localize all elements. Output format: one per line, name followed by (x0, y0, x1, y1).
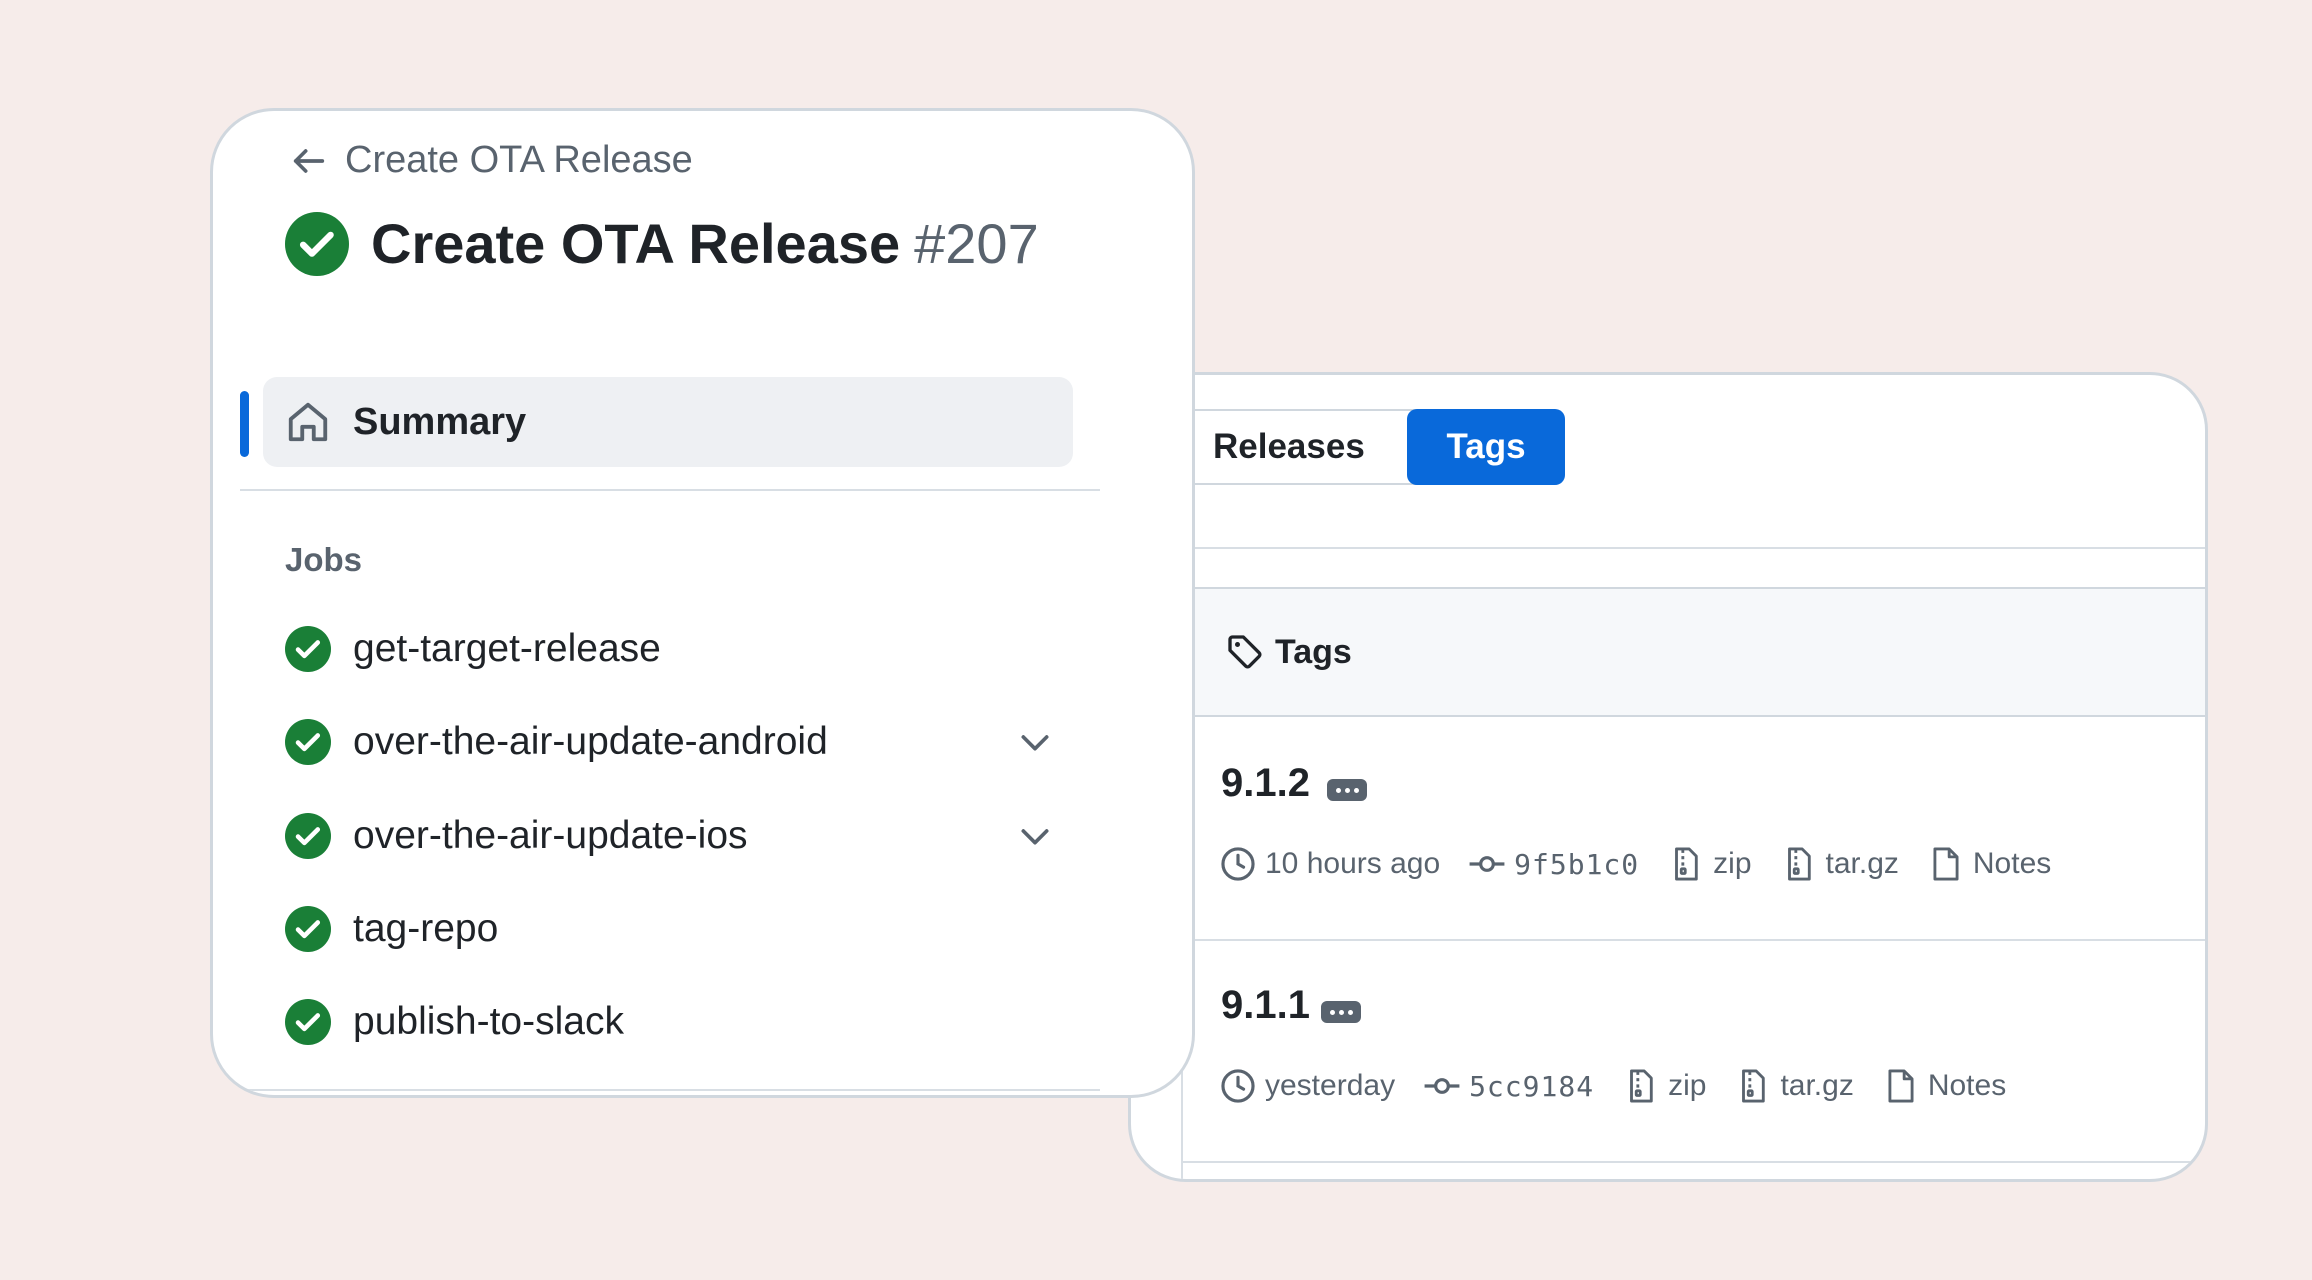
job-name[interactable]: over-the-air-update-android (353, 720, 828, 764)
tag-time: yesterday (1219, 1067, 1395, 1105)
summary-label[interactable]: Summary (353, 401, 526, 444)
check-circle-icon (285, 211, 349, 276)
kebab-horizontal-icon[interactable] (1327, 779, 1367, 801)
job-item[interactable]: over-the-air-update-android (285, 719, 1055, 765)
git-commit-icon (1424, 1078, 1460, 1094)
file-icon (1888, 1069, 1914, 1103)
commit-sha[interactable]: 5cc9184 (1469, 1070, 1594, 1103)
job-item[interactable]: get-target-release (285, 626, 1055, 672)
job-item[interactable]: over-the-air-update-ios (285, 813, 1055, 859)
zip-label[interactable]: zip (1713, 847, 1751, 881)
job-name[interactable]: over-the-air-update-ios (353, 814, 748, 858)
workflow-title: Create OTA Release (371, 212, 901, 275)
run-number: #207 (914, 212, 1039, 275)
clock-icon (1221, 1069, 1255, 1103)
file-icon (1933, 847, 1959, 881)
tags-section-title: Tags (1275, 632, 1352, 671)
job-name[interactable]: get-target-release (353, 627, 661, 671)
home-icon (288, 402, 328, 442)
releases-tags-toggle: Releases Tags (1191, 409, 1565, 485)
tag-icon (1228, 635, 1262, 669)
tag-meta: yesterday 5cc9184 zip tar.gz Notes (1219, 1061, 2034, 1111)
targz-label[interactable]: tar.gz (1826, 847, 1899, 881)
tag-commit[interactable]: 5cc9184 (1423, 1067, 1594, 1105)
chevron-down-icon[interactable] (1015, 816, 1055, 856)
check-circle-icon (285, 719, 331, 765)
notes-label[interactable]: Notes (1973, 847, 2051, 881)
divider (240, 489, 1100, 491)
tab-tags[interactable]: Tags (1407, 409, 1565, 485)
commit-sha[interactable]: 9f5b1c0 (1514, 848, 1639, 881)
tag-name-link[interactable]: 9.1.2 (1221, 761, 1310, 806)
zip-label[interactable]: zip (1668, 1069, 1706, 1103)
download-targz-link[interactable]: tar.gz (1780, 845, 1899, 883)
job-name[interactable]: publish-to-slack (353, 1000, 624, 1044)
file-zip-icon (1675, 847, 1698, 881)
tags-panel: Releases Tags Tags 9.1.2 10 hours ago 9f… (1128, 372, 2208, 1182)
tag-time-text: yesterday (1265, 1069, 1396, 1102)
notes-link[interactable]: Notes (1927, 845, 2051, 883)
tag-commit[interactable]: 9f5b1c0 (1468, 845, 1639, 883)
jobs-heading: Jobs (285, 541, 363, 578)
tag-time: 10 hours ago (1219, 845, 1440, 883)
check-circle-icon (285, 999, 331, 1045)
file-zip-icon (1630, 1069, 1653, 1103)
arrow-left-icon (293, 148, 325, 173)
notes-link[interactable]: Notes (1882, 1067, 2006, 1105)
back-link[interactable]: Create OTA Release (289, 139, 693, 182)
job-name[interactable]: tag-repo (353, 907, 498, 951)
git-commit-icon (1469, 856, 1505, 872)
check-circle-icon (285, 626, 331, 672)
download-zip-link[interactable]: zip (1667, 845, 1752, 883)
tag-row: 9.1.1 yesterday 5cc9184 zip tar.gz Notes (1183, 939, 2205, 1163)
tab-releases[interactable]: Releases (1191, 411, 1407, 483)
nav-item-summary[interactable]: Summary (263, 377, 1073, 467)
clock-icon (1221, 847, 1255, 881)
download-zip-link[interactable]: zip (1622, 1067, 1706, 1105)
tags-section-header: Tags (1183, 587, 2205, 717)
targz-label[interactable]: tar.gz (1780, 1069, 1853, 1103)
workflow-run-panel: Create OTA Release Create OTA Release #2… (210, 108, 1195, 1098)
chevron-down-icon[interactable] (1015, 722, 1055, 762)
page-title: Create OTA Release #207 (285, 211, 1039, 276)
tag-time-text: 10 hours ago (1265, 847, 1441, 880)
tag-meta: 10 hours ago 9f5b1c0 zip tar.gz Notes (1219, 839, 2079, 889)
notes-label[interactable]: Notes (1928, 1069, 2006, 1103)
kebab-horizontal-icon[interactable] (1321, 1001, 1361, 1023)
check-circle-icon (285, 906, 331, 952)
tag-name-link[interactable]: 9.1.1 (1221, 983, 1310, 1028)
divider (240, 1089, 1100, 1091)
file-zip-icon (1742, 1069, 1766, 1103)
tag-row: 9.1.2 10 hours ago 9f5b1c0 zip tar.gz No… (1183, 717, 2205, 941)
job-item[interactable]: publish-to-slack (285, 999, 1055, 1045)
check-circle-icon (285, 813, 331, 859)
back-link-label[interactable]: Create OTA Release (345, 139, 693, 182)
divider (1183, 547, 2205, 549)
active-indicator (240, 391, 249, 457)
download-targz-link[interactable]: tar.gz (1734, 1067, 1854, 1105)
file-zip-icon (1787, 847, 1811, 881)
job-item[interactable]: tag-repo (285, 906, 1055, 952)
